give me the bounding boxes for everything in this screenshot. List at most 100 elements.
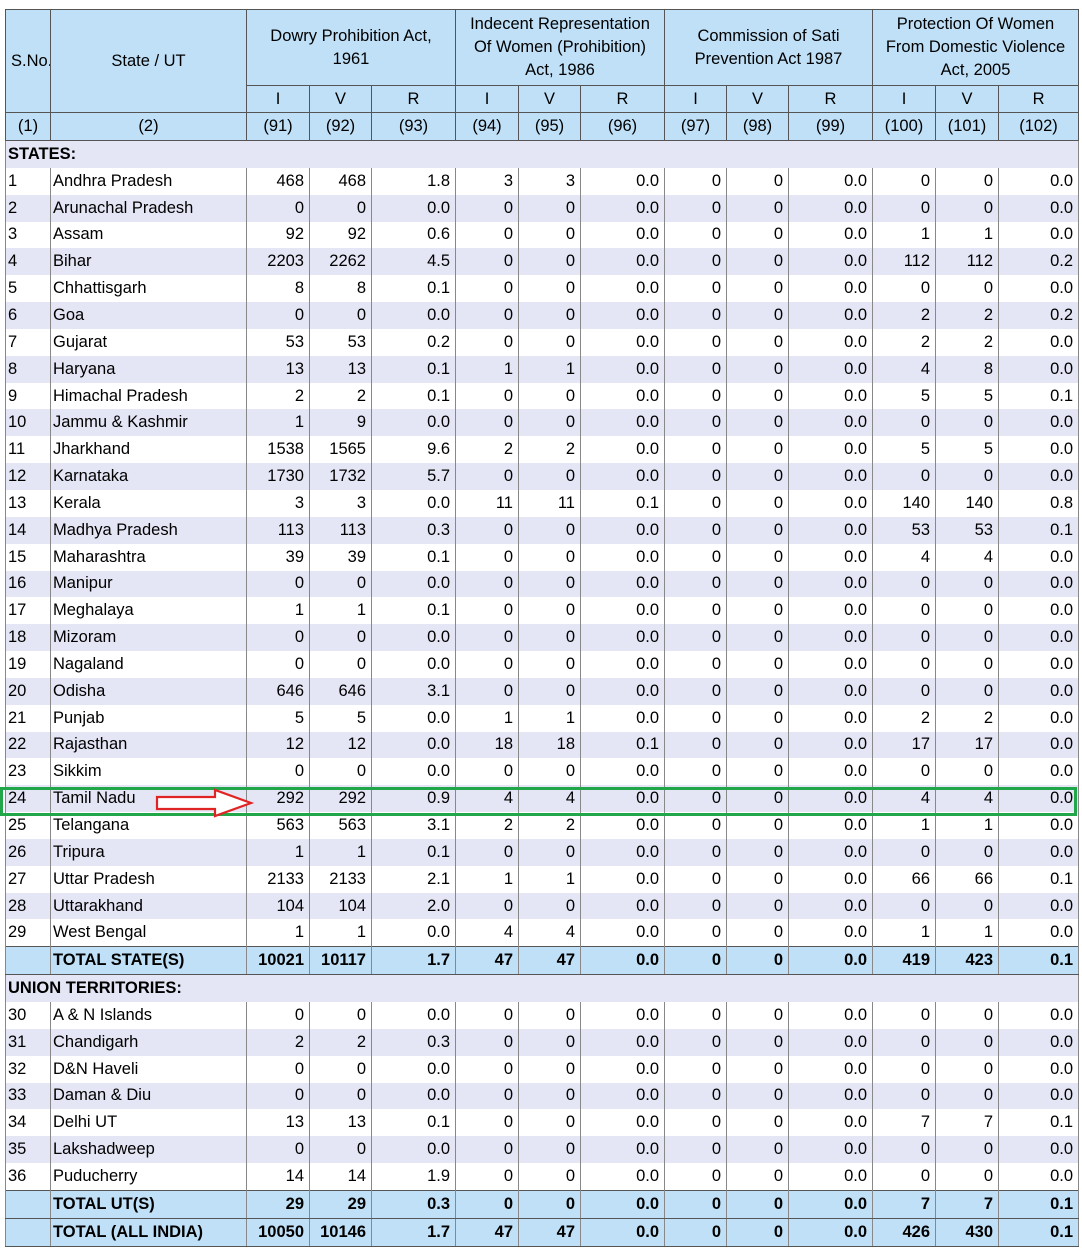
value-cell: 0.0 xyxy=(998,919,1080,947)
value-cell: 0.0 xyxy=(998,731,1080,759)
table-row: 17 Meghalaya 1 1 0.1 0 0 0.0 0 0 0.0 0 0 0.0 xyxy=(5,597,1080,625)
column-number: (93) xyxy=(371,112,456,141)
value-cell: 1 xyxy=(246,597,310,625)
value-cell: 0.0 xyxy=(787,677,874,705)
table-row: 9 Himachal Pradesh 2 2 0.1 0 0 0.0 0 0 0.0 5 5 0.1 xyxy=(5,382,1080,410)
value-cell: 0 xyxy=(935,838,1000,866)
value-cell: 0.0 xyxy=(998,624,1080,652)
value-cell: 0 xyxy=(518,409,581,437)
subcol-header: R xyxy=(998,85,1080,113)
serial-cell: 18 xyxy=(5,624,51,652)
table-wrapper: S.No. State / UT Dowry Prohibition Act, … xyxy=(4,9,1080,1247)
value-cell: 0.0 xyxy=(580,248,665,276)
value-cell: 0 xyxy=(518,1055,581,1083)
value-cell: 13 xyxy=(246,1109,310,1137)
value-cell: 5 xyxy=(935,382,1000,410)
value-cell: 0.0 xyxy=(787,838,874,866)
value-cell: 0.0 xyxy=(998,1002,1080,1029)
value-cell: 0 xyxy=(518,758,581,786)
state-name-cell: D&N Haveli xyxy=(50,1055,247,1083)
value-cell: 0 xyxy=(664,436,727,464)
value-cell: 1 xyxy=(518,704,581,732)
value-cell: 0 xyxy=(664,489,727,517)
state-name-cell: Arunachal Pradesh xyxy=(50,194,247,222)
table-row: 21 Punjab 5 5 0.0 1 1 0.0 0 0 0.0 2 2 0.0 xyxy=(5,704,1080,732)
value-cell: 0 xyxy=(246,1002,310,1029)
value-cell: 0.0 xyxy=(580,355,665,383)
value-cell: 2 xyxy=(935,328,1000,356)
serial-cell: 6 xyxy=(5,302,51,329)
value-cell: 4 xyxy=(872,543,937,571)
value-cell: 0.0 xyxy=(787,436,874,464)
value-cell: 0.0 xyxy=(580,1028,665,1056)
value-cell: 0.0 xyxy=(787,409,874,437)
value-cell: 5 xyxy=(309,704,372,732)
value-cell: 0.2 xyxy=(998,248,1080,276)
value-cell: 0 xyxy=(455,1002,519,1029)
value-cell: 0 xyxy=(726,221,789,249)
value-cell: 0 xyxy=(518,221,581,249)
value-cell: 0 xyxy=(455,194,519,222)
value-cell: 2.0 xyxy=(371,892,456,920)
value-cell: 0 xyxy=(518,194,581,222)
value-cell: 2 xyxy=(309,382,372,410)
value-cell: 0 xyxy=(518,1136,581,1164)
value-cell: 0.0 xyxy=(787,785,874,813)
value-cell: 292 xyxy=(309,785,372,813)
value-cell: 4 xyxy=(872,785,937,813)
value-cell: 0.0 xyxy=(998,409,1080,437)
value-cell: 0 xyxy=(455,1055,519,1083)
value-cell: 0 xyxy=(664,1002,727,1029)
value-cell: 0 xyxy=(455,1189,519,1219)
value-cell: 0 xyxy=(664,302,727,329)
value-cell: 2 xyxy=(935,704,1000,732)
table-row: 7 Gujarat 53 53 0.2 0 0 0.0 0 0 0.0 2 2 0.0 xyxy=(5,328,1080,356)
value-cell: 4 xyxy=(518,919,581,947)
value-cell: 0.0 xyxy=(787,919,874,947)
value-cell: 0 xyxy=(664,167,727,195)
value-cell: 0 xyxy=(246,1055,310,1083)
value-cell: 0 xyxy=(872,194,937,222)
value-cell: 0 xyxy=(664,1163,727,1191)
value-cell: 10146 xyxy=(309,1217,372,1247)
value-cell: 0.0 xyxy=(371,919,456,947)
value-cell: 0.0 xyxy=(998,1082,1080,1110)
table-row: 22 Rajasthan 12 12 0.0 18 18 0.1 0 0 0.0 17 17 0.0 xyxy=(5,731,1080,759)
value-cell: 0 xyxy=(518,1189,581,1219)
value-cell: 0 xyxy=(664,838,727,866)
value-cell: 0.2 xyxy=(998,302,1080,329)
value-cell: 5 xyxy=(872,436,937,464)
value-cell: 47 xyxy=(455,1217,519,1247)
subcol-header: I xyxy=(246,85,310,113)
value-cell: 0.0 xyxy=(580,785,665,813)
value-cell: 4 xyxy=(935,785,1000,813)
value-cell: 0 xyxy=(935,1028,1000,1056)
subcol-header: V xyxy=(935,85,1000,113)
table-row: 18 Mizoram 0 0 0.0 0 0 0.0 0 0 0.0 0 0 0.0 xyxy=(5,624,1080,652)
state-name-cell: Daman & Diu xyxy=(50,1082,247,1110)
value-cell: 0.2 xyxy=(371,328,456,356)
value-cell: 0 xyxy=(872,409,937,437)
value-cell: 0 xyxy=(664,248,727,276)
value-cell: 0.0 xyxy=(998,1055,1080,1083)
value-cell: 7 xyxy=(872,1189,937,1219)
value-cell: 0 xyxy=(664,221,727,249)
value-cell: 0.0 xyxy=(580,624,665,652)
serial-cell: 20 xyxy=(5,677,51,705)
value-cell: 0 xyxy=(455,570,519,598)
value-cell: 1 xyxy=(872,812,937,839)
value-cell: 104 xyxy=(246,892,310,920)
value-cell: 0.0 xyxy=(998,167,1080,195)
value-cell: 0.0 xyxy=(998,275,1080,303)
value-cell: 0.0 xyxy=(371,758,456,786)
state-header: State / UT xyxy=(50,9,247,113)
value-cell: 0 xyxy=(935,1002,1000,1029)
value-cell: 563 xyxy=(309,812,372,839)
serial-cell: 36 xyxy=(5,1163,51,1191)
value-cell: 0.8 xyxy=(998,489,1080,517)
value-cell: 0 xyxy=(726,409,789,437)
state-name-cell: Jharkhand xyxy=(50,436,247,464)
value-cell: 0.0 xyxy=(787,892,874,920)
value-cell: 112 xyxy=(872,248,937,276)
value-cell: 10021 xyxy=(246,946,310,976)
